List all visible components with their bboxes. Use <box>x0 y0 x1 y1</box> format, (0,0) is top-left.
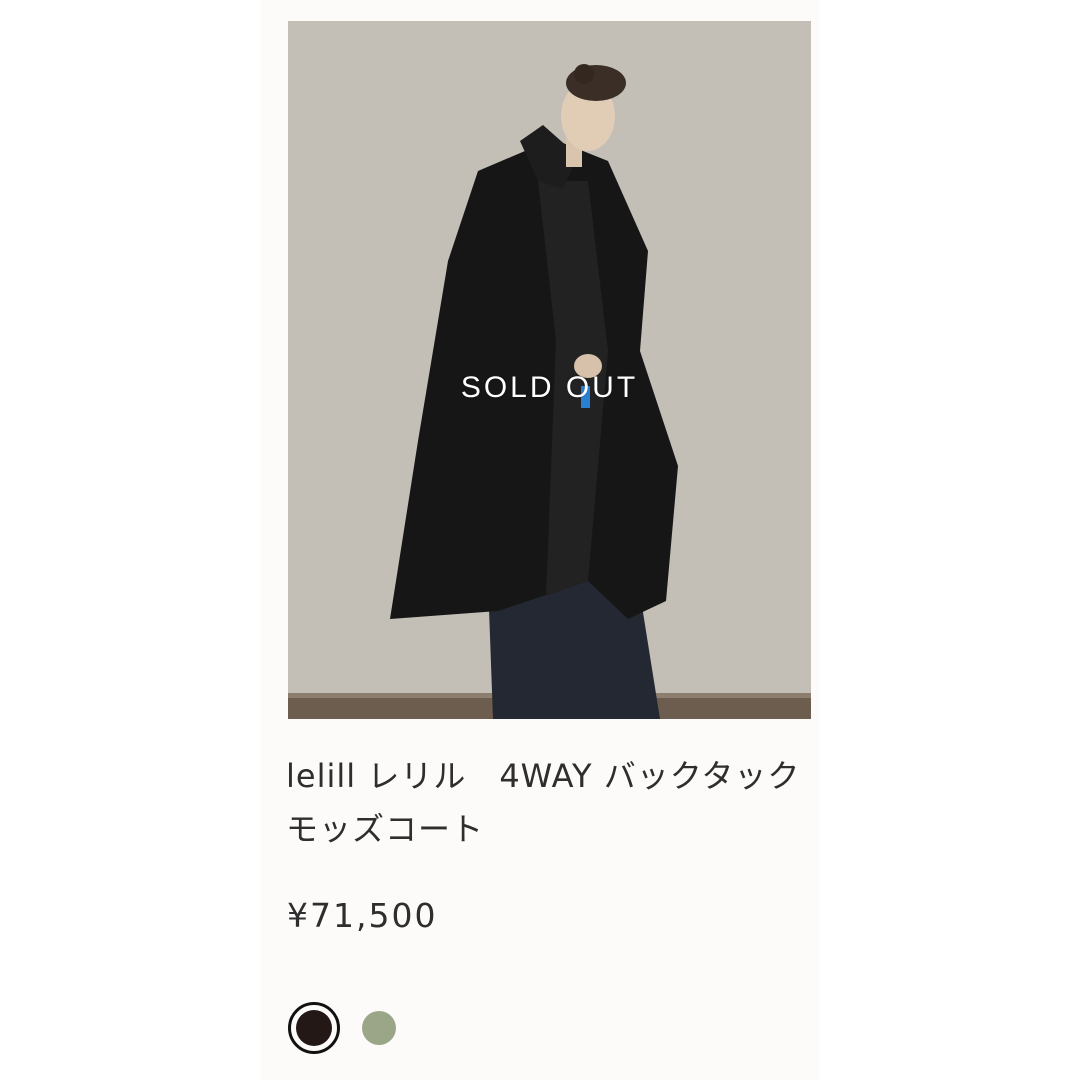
color-swatches <box>288 1000 396 1056</box>
color-swatch-dark-brown <box>296 1010 332 1046</box>
product-title: lelill レリル 4WAY バックタックモッズコート <box>286 757 801 848</box>
product-photo-icon <box>288 21 811 719</box>
color-swatch-khaki[interactable] <box>362 1011 396 1045</box>
sold-out-overlay: SOLD OUT <box>460 371 639 404</box>
product-page: SOLD OUT lelill レリル 4WAY バックタックモッズコート ¥7… <box>0 0 1080 1080</box>
product-image[interactable]: SOLD OUT <box>288 21 811 719</box>
product-price: ¥71,500 <box>287 896 438 935</box>
color-swatch-selected[interactable] <box>288 1002 340 1054</box>
product-card: SOLD OUT lelill レリル 4WAY バックタックモッズコート ¥7… <box>261 0 819 1080</box>
